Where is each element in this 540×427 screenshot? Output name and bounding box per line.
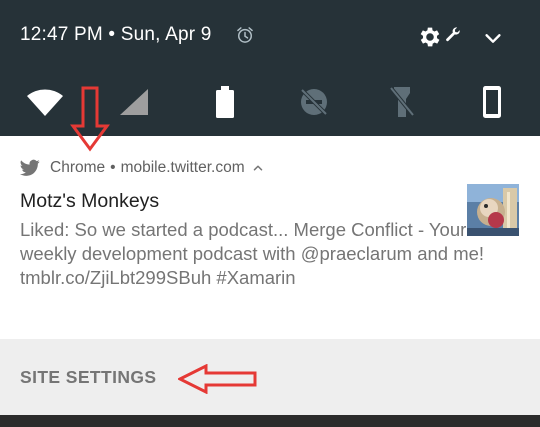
status-date: Sun, Apr 9 (120, 24, 212, 45)
red-annotation-arrow-left (178, 364, 257, 394)
status-separator: • (108, 24, 116, 45)
qs-tile-cellular[interactable] (110, 78, 158, 126)
red-annotation-arrow-down (70, 86, 110, 152)
status-datetime: 12:47 PM • Sun, Apr 9 (20, 24, 212, 46)
cellular-signal-icon (120, 89, 148, 115)
phone-screen-icon (483, 86, 501, 118)
notification-body: Liked: So we started a podcast... Merge … (20, 219, 485, 288)
qs-tile-battery[interactable] (201, 78, 249, 126)
wifi-icon (27, 89, 63, 116)
expand-chevron-icon[interactable] (482, 27, 504, 49)
header-separator: • (110, 159, 116, 176)
avatar-thumbnail (467, 184, 519, 236)
flashlight-off-icon (389, 86, 415, 117)
qs-tile-screen[interactable] (468, 78, 516, 126)
notification-card[interactable]: Chrome • mobile.twitter.com Motz's Monke… (0, 136, 540, 339)
twitter-icon (20, 159, 40, 176)
notification-header: Chrome • mobile.twitter.com (20, 158, 265, 178)
qs-tile-flashlight[interactable] (378, 78, 426, 126)
chevron-up-icon[interactable] (251, 161, 265, 175)
site-settings-button[interactable]: SITE SETTINGS (20, 367, 156, 388)
shade-bottom-edge (0, 415, 540, 427)
qs-tile-dnd[interactable] (290, 78, 338, 126)
do-not-disturb-off-icon (300, 88, 328, 116)
settings-gear-icon[interactable] (417, 24, 443, 50)
wrench-icon (446, 27, 460, 42)
battery-icon (216, 86, 234, 118)
notification-source: mobile.twitter.com (120, 159, 245, 176)
notification-actions: SITE SETTINGS (0, 339, 540, 415)
alarm-icon (237, 27, 253, 43)
notification-title: Motz's Monkeys (20, 190, 160, 212)
qs-tile-wifi[interactable] (21, 78, 69, 126)
status-time: 12:47 PM (20, 24, 103, 45)
status-row: 12:47 PM • Sun, Apr 9 (0, 0, 540, 72)
app-name: Chrome (50, 159, 106, 176)
